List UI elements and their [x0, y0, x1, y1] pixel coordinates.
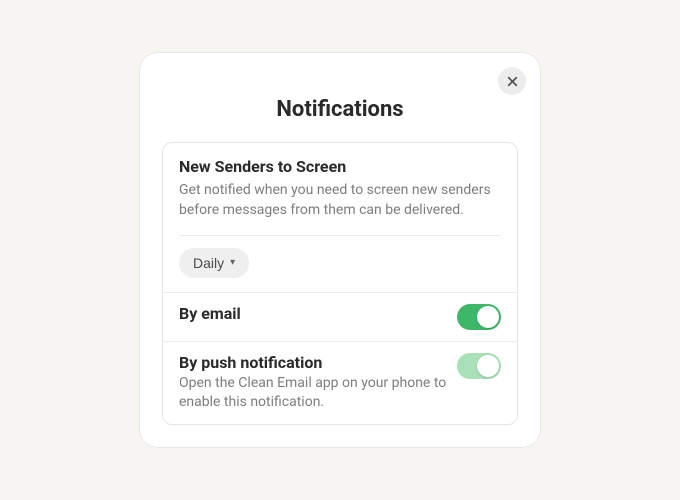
toggle-desc-push: Open the Clean Email app on your phone t…: [179, 374, 447, 413]
toggle-row-email: By email: [163, 292, 517, 341]
settings-card: New Senders to Screen Get notified when …: [162, 142, 518, 425]
toggle-label-push: By push notification: [179, 353, 447, 372]
section-heading: New Senders to Screen: [179, 157, 501, 176]
frequency-row: Daily ▾: [163, 236, 517, 292]
frequency-select[interactable]: Daily ▾: [179, 248, 249, 278]
frequency-label: Daily: [193, 255, 224, 271]
toggle-label-email: By email: [179, 304, 447, 323]
section-description: Get notified when you need to screen new…: [179, 180, 501, 221]
screen-section: New Senders to Screen Get notified when …: [163, 143, 517, 235]
toggle-email[interactable]: [457, 304, 501, 330]
modal-title: Notifications: [162, 97, 518, 122]
toggle-knob: [477, 355, 499, 377]
close-button[interactable]: [498, 67, 526, 95]
toggle-row-push: By push notification Open the Clean Emai…: [163, 341, 517, 424]
close-icon: [506, 75, 519, 88]
toggle-knob: [477, 306, 499, 328]
toggle-push[interactable]: [457, 353, 501, 379]
notifications-modal: Notifications New Senders to Screen Get …: [140, 53, 540, 447]
chevron-down-icon: ▾: [230, 257, 235, 268]
